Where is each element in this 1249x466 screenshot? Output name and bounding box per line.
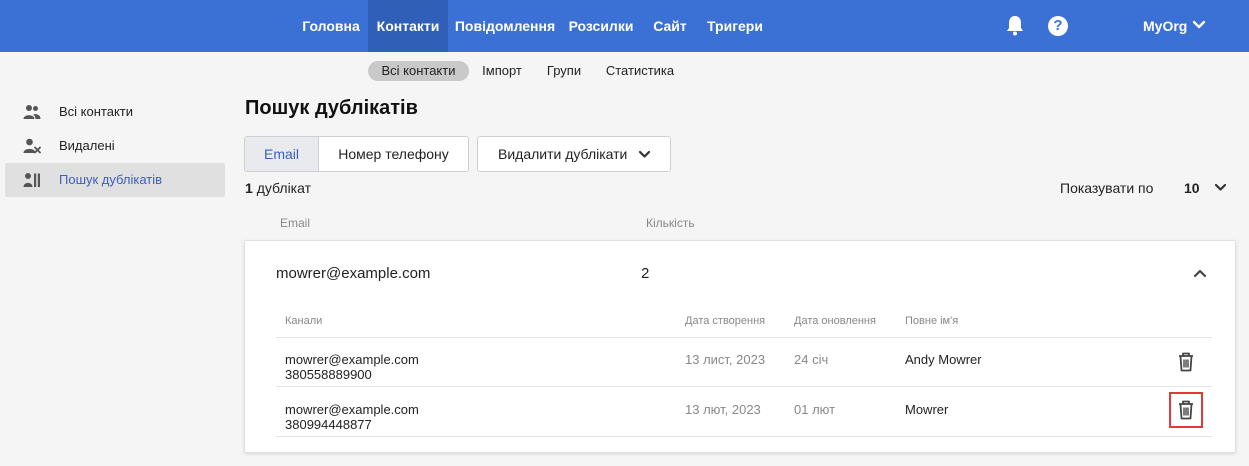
chevron-up-icon[interactable]	[1193, 266, 1207, 280]
nav-contacts[interactable]: Контакти	[368, 0, 448, 52]
subheader-channels: Канали	[285, 315, 323, 327]
duplicates-count-label: дублікат	[256, 180, 312, 196]
chevron-down-icon	[638, 150, 651, 158]
delete-duplicates-button[interactable]: Видалити дублікати	[477, 136, 671, 172]
row-phone: 380558889900	[285, 367, 372, 382]
page-title: Пошук дублікатів	[245, 97, 418, 119]
subheader-created: Дата створення	[685, 315, 766, 327]
table-row: mowrer@example.com 380558889900 13 лист,…	[245, 338, 1235, 386]
nav-messages[interactable]: Повідомлення	[450, 0, 560, 52]
subnav-groups[interactable]: Групи	[540, 61, 588, 81]
chevron-down-icon[interactable]	[1214, 181, 1227, 194]
divider	[276, 436, 1212, 437]
sidebar-item-find-duplicates[interactable]: Пошук дублікатів	[5, 163, 225, 197]
row-full-name: Andy Mowrer	[905, 352, 982, 367]
nav-campaigns[interactable]: Розсилки	[562, 0, 640, 52]
subheader-updated: Дата оновлення	[794, 315, 876, 327]
sidebar-item-label: Всі контакти	[59, 104, 134, 119]
row-created: 13 лист, 2023	[685, 352, 766, 367]
trash-icon[interactable]	[1175, 350, 1197, 374]
sidebar-item-all-contacts[interactable]: Всі контакти	[5, 95, 225, 129]
sidebar-item-label: Пошук дублікатів	[59, 172, 163, 187]
nav-triggers[interactable]: Тригери	[700, 0, 770, 52]
delete-duplicates-label: Видалити дублікати	[498, 146, 628, 162]
filter-phone-option[interactable]: Номер телефону	[319, 137, 468, 171]
subheader-full-name: Повне ім'я	[905, 315, 959, 327]
row-updated: 24 січ	[794, 352, 829, 367]
per-page-select[interactable]: 10	[1184, 180, 1200, 196]
nav-site[interactable]: Сайт	[642, 0, 698, 52]
group-email: mowrer@example.com	[276, 265, 431, 282]
nav-home[interactable]: Головна	[296, 0, 366, 52]
top-navigation-bar: Головна Контакти Повідомлення Розсилки С…	[0, 0, 1249, 52]
trash-icon[interactable]	[1169, 392, 1203, 428]
row-updated: 01 лют	[794, 402, 836, 417]
row-created: 13 лют, 2023	[685, 402, 761, 417]
group-count: 2	[641, 265, 650, 282]
org-switcher[interactable]: MyOrg	[1143, 0, 1187, 52]
subnav-import[interactable]: Імпорт	[476, 61, 528, 81]
row-phone: 380994448877	[285, 417, 372, 432]
help-icon[interactable]: ?	[1048, 16, 1068, 36]
user-remove-icon	[23, 138, 41, 154]
bell-icon[interactable]	[1005, 14, 1025, 36]
subnav-statistics[interactable]: Статистика	[600, 61, 680, 81]
table-row: mowrer@example.com 380994448877 13 лют, …	[245, 388, 1235, 436]
column-header-email: Email	[280, 216, 311, 230]
row-email: mowrer@example.com	[285, 402, 419, 417]
sidebar-item-deleted[interactable]: Видалені	[5, 129, 225, 163]
divider	[276, 386, 1212, 387]
chevron-down-icon[interactable]	[1192, 18, 1206, 32]
subnav-all-contacts[interactable]: Всі контакти	[368, 61, 469, 81]
filter-email-option[interactable]: Email	[245, 137, 319, 171]
users-icon	[23, 105, 41, 119]
duplicates-icon	[23, 173, 40, 187]
duplicate-field-switcher: Email Номер телефону	[244, 136, 469, 172]
duplicates-count-value: 1	[245, 180, 253, 196]
duplicates-count: 1 дублікат	[245, 180, 311, 196]
duplicate-group-card: mowrer@example.com 2 Канали Дата створен…	[244, 240, 1236, 453]
row-full-name: Mowrer	[905, 402, 949, 417]
row-email: mowrer@example.com	[285, 352, 419, 367]
column-header-count: Кількість	[646, 216, 695, 230]
sidebar-item-label: Видалені	[59, 138, 115, 153]
per-page-label: Показувати по	[1060, 180, 1154, 196]
